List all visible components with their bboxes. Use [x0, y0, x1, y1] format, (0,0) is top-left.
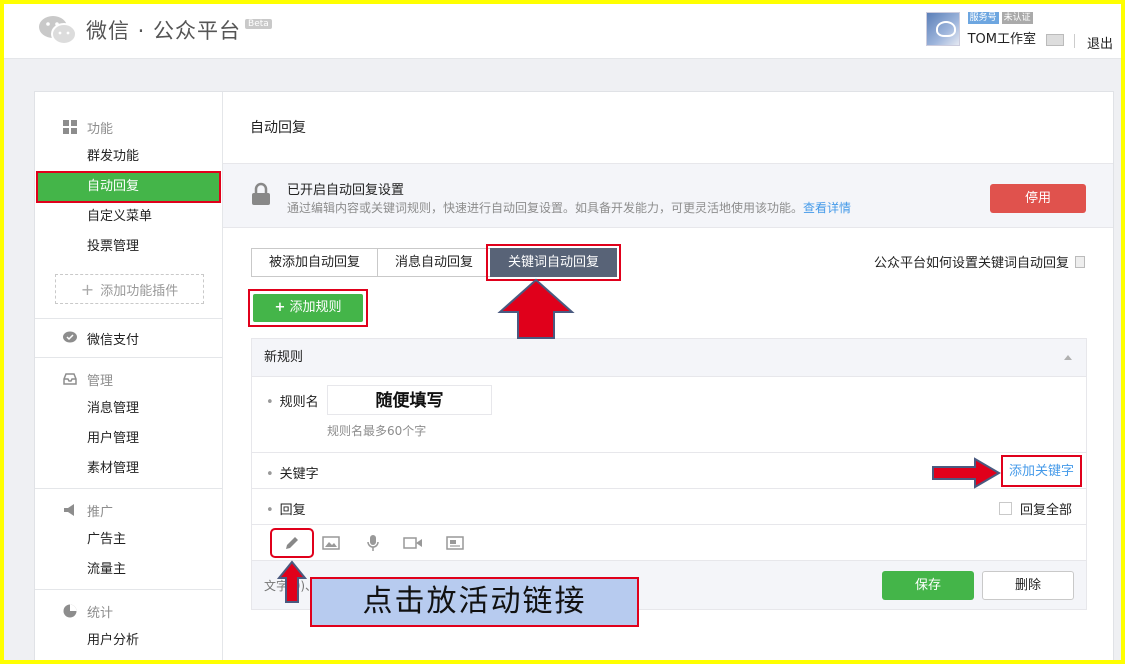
logout-link[interactable]: 退出	[1087, 33, 1113, 52]
grid-icon	[63, 120, 77, 134]
sidebar-item-custom-menu[interactable]: 自定义菜单	[35, 202, 222, 232]
add-plugin-label: 添加功能插件	[100, 283, 179, 299]
reply-tabs: 被添加自动回复 消息自动回复 关键词自动回复	[251, 244, 622, 281]
rule-name-label: 规则名	[266, 391, 319, 410]
beta-badge: Beta	[245, 19, 272, 29]
add-rule-label: 添加规则	[289, 300, 342, 315]
help-link-text: 公众平台如何设置关键词自动回复	[873, 256, 1069, 271]
sidebar-group-title: 管理	[87, 373, 114, 389]
delete-button[interactable]: 删除	[982, 571, 1074, 600]
notice-description: 通过编辑内容或关键词规则，快速进行自动回复设置。如具备开发能力，可更灵活地使用该…	[287, 199, 851, 216]
megaphone-icon	[63, 503, 77, 517]
rule-name-row: 规则名 随便填写 规则名最多60个字	[252, 377, 1086, 453]
sidebar-item-publisher[interactable]: 流量主	[35, 555, 222, 585]
text-pencil-icon[interactable]	[270, 528, 314, 558]
notice-title: 已开启自动回复设置	[287, 183, 405, 198]
sidebar-item-messages[interactable]: 消息管理	[35, 394, 222, 424]
image-icon[interactable]	[320, 533, 342, 553]
platform-title: 微信 · 公众平台	[86, 19, 242, 43]
mail-icon[interactable]	[1045, 34, 1064, 46]
pie-chart-icon	[63, 604, 77, 618]
sidebar-item-users[interactable]: 用户管理	[35, 424, 222, 454]
tab-added-reply[interactable]: 被添加自动回复	[251, 248, 379, 277]
sidebar-group-manage: 管理 消息管理 用户管理 素材管理	[35, 358, 222, 489]
chat-bubble-icon	[63, 331, 77, 345]
sidebar-group-promote: 推广 广告主 流量主	[35, 489, 222, 590]
reply-row: 回复 回复全部	[252, 489, 1086, 525]
account-area: 服务号 未认证 TOM工作室 退出	[925, 12, 1113, 52]
plus-icon: +	[274, 300, 286, 315]
tab-message-reply[interactable]: 消息自动回复	[377, 248, 492, 277]
avatar[interactable]	[925, 12, 960, 46]
sidebar-group-title: 统计	[87, 605, 114, 621]
lock-icon	[252, 182, 270, 205]
plus-icon: +	[80, 279, 95, 299]
add-plugin-button[interactable]: + 添加功能插件	[55, 274, 204, 304]
small-up-arrow-annotation	[276, 560, 308, 603]
checkbox-icon	[998, 502, 1012, 515]
add-rule-highlight: + 添加规则	[248, 289, 368, 327]
tab-keyword-reply[interactable]: 关键词自动回复	[486, 244, 622, 281]
sidebar-item-vote[interactable]: 投票管理	[35, 232, 222, 262]
top-bar: 微信 · 公众平台 Beta 服务号 未认证 TOM工作室 退出	[4, 4, 1121, 59]
sidebar-group-function: 功能 群发功能 自动回复 自定义菜单 投票管理 + 添加功能插件	[35, 92, 222, 319]
reply-all-checkbox[interactable]: 回复全部	[998, 499, 1072, 518]
rule-name-hint: 规则名最多60个字	[327, 424, 427, 438]
sidebar-item-auto-reply[interactable]: 自动回复	[36, 171, 221, 203]
wechat-logo[interactable]: 微信 · 公众平台 Beta	[38, 14, 272, 46]
sidebar-item-wechat-pay[interactable]: 微信支付	[87, 329, 139, 348]
reply-label: 回复	[266, 499, 306, 518]
microphone-icon[interactable]	[362, 533, 384, 553]
news-article-icon[interactable]	[444, 533, 466, 553]
account-name[interactable]: TOM工作室	[968, 28, 1036, 47]
content: 自动回复 已开启自动回复设置 通过编辑内容或关键词规则，快速进行自动回复设置。如…	[223, 92, 1113, 660]
reply-type-toolbar	[252, 525, 1086, 561]
rule-name-input[interactable]: 随便填写	[327, 385, 492, 415]
sidebar: 功能 群发功能 自动回复 自定义菜单 投票管理 + 添加功能插件 微信支付 管理…	[35, 92, 223, 660]
document-icon	[1075, 255, 1085, 268]
sidebar-group-stats: 统计 用户分析	[35, 590, 222, 660]
help-link[interactable]: 公众平台如何设置关键词自动回复	[874, 252, 1085, 271]
wechat-logo-icon	[39, 16, 77, 45]
stop-button[interactable]: 停用	[990, 184, 1086, 213]
unverified-badge: 未认证	[1001, 12, 1033, 24]
keyword-label: 关键字	[266, 463, 319, 482]
sidebar-item-user-analytics[interactable]: 用户分析	[35, 626, 222, 656]
add-keyword-link[interactable]: 添加关键字	[1000, 455, 1082, 487]
sidebar-item-mass-send[interactable]: 群发功能	[35, 142, 222, 172]
details-link[interactable]: 查看详情	[803, 201, 851, 215]
window: 微信 · 公众平台 Beta 服务号 未认证 TOM工作室 退出 功能 群发功能…	[4, 4, 1121, 660]
rule-header[interactable]: 新规则	[252, 339, 1086, 377]
inbox-icon	[63, 372, 77, 386]
sidebar-item-advertiser[interactable]: 广告主	[35, 525, 222, 555]
notice-description-text: 通过编辑内容或关键词规则，快速进行自动回复设置。如具备开发能力，可更灵活地使用该…	[287, 201, 804, 215]
up-arrow-annotation	[497, 278, 575, 339]
sidebar-item-materials[interactable]: 素材管理	[35, 454, 222, 484]
rule-title: 新规则	[264, 350, 304, 365]
divider	[1073, 34, 1075, 48]
annotation-callout: 点击放活动链接	[310, 577, 639, 627]
right-arrow-annotation	[932, 457, 1001, 489]
main-panel: 功能 群发功能 自动回复 自定义菜单 投票管理 + 添加功能插件 微信支付 管理…	[34, 91, 1114, 660]
reply-all-label: 回复全部	[1019, 503, 1072, 518]
sidebar-group-title: 推广	[87, 504, 114, 520]
service-badge: 服务号	[967, 12, 999, 24]
add-rule-button[interactable]: + 添加规则	[253, 294, 363, 322]
collapse-caret-icon[interactable]	[1064, 355, 1072, 360]
sidebar-group-pay: 微信支付	[35, 319, 222, 358]
notice-bar: 已开启自动回复设置 通过编辑内容或关键词规则，快速进行自动回复设置。如具备开发能…	[223, 164, 1113, 228]
page-title: 自动回复	[223, 92, 1113, 164]
video-icon[interactable]	[402, 533, 424, 553]
save-button[interactable]: 保存	[882, 571, 974, 600]
sidebar-group-title: 功能	[87, 121, 114, 137]
